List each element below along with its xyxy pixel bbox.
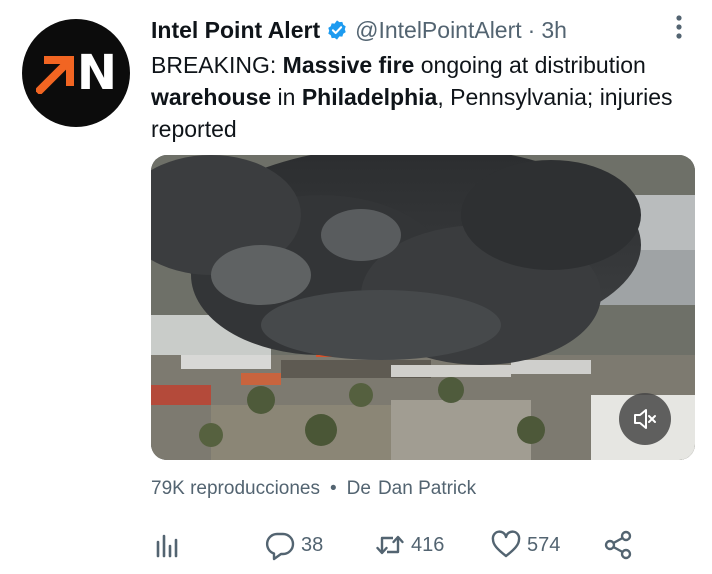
meta-bullet: • [330,478,337,499]
retweet-button[interactable]: 416 [373,525,444,565]
tweet-text-bold: Philadelphia [301,84,438,110]
view-count: 79K reproducciones [151,478,320,499]
like-icon [491,530,521,558]
share-icon [604,530,632,560]
avatar-logo: N [35,45,117,101]
display-name[interactable]: Intel Point Alert [151,17,320,44]
like-count: 574 [527,533,561,556]
verified-badge-icon [328,20,346,40]
reply-button[interactable]: 38 [263,525,323,565]
reply-icon [265,532,295,561]
logo-arrow-icon [35,56,74,94]
user-handle[interactable]: @IntelPointAlert [355,17,522,44]
logo-letter: N [76,45,117,101]
tweet-video[interactable] [151,155,695,460]
retweet-count: 416 [411,533,445,556]
analytics-icon [156,534,178,558]
header-separator: · [527,16,536,43]
tweet-text-part: BREAKING: [151,52,283,78]
analytics-button[interactable] [151,525,185,565]
video-frame-image [151,155,695,460]
tweet-header: Intel Point Alert @IntelPointAlert · 3h [151,15,567,45]
more-options-icon[interactable] [670,14,688,40]
attribution-label: De [346,478,371,499]
tweet-text-part: ongoing at distribution [414,52,646,78]
tweet-text-bold: Massive fire [282,52,415,78]
retweet-icon [376,535,404,555]
share-button[interactable] [601,525,635,565]
avatar[interactable]: N [22,19,130,127]
mute-icon [634,409,656,429]
reply-count: 38 [301,533,324,556]
tweet-text-part: in [271,84,302,110]
tweet-actions: 38 416 574 [151,525,691,565]
attribution-name[interactable]: Dan Patrick [378,478,476,500]
tweet-text: BREAKING: Massive fire ongoing at distri… [151,49,691,145]
video-meta: 79K reproducciones • De Dan Patrick [151,478,476,500]
timestamp[interactable]: 3h [541,17,567,44]
like-button[interactable]: 574 [489,525,560,565]
mute-button[interactable] [619,393,671,445]
tweet-text-bold: warehouse [151,84,272,110]
